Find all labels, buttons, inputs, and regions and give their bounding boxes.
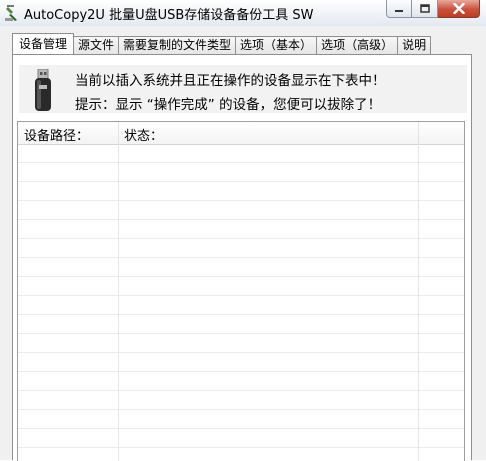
close-icon bbox=[452, 3, 465, 14]
table-row bbox=[18, 296, 464, 315]
usb-drive-icon bbox=[35, 69, 51, 111]
table-row bbox=[18, 144, 464, 163]
tab-help[interactable]: 说明 bbox=[397, 36, 432, 54]
column-header-device-path[interactable]: 设备路径： bbox=[24, 125, 89, 144]
info-box: 当前以插入系统并且正在操作的设备显示在下表中！ 提示：显示 “操作完成” 的设备… bbox=[19, 65, 467, 113]
table-row bbox=[18, 258, 464, 277]
title-bar: AutoCopy2U 批量U盘USB存储设备备份工具 SW bbox=[0, 0, 486, 27]
table-row bbox=[18, 182, 464, 201]
table-header: 设备路径： 状态： bbox=[18, 122, 464, 145]
table-row bbox=[18, 220, 464, 239]
window-title: AutoCopy2U 批量U盘USB存储设备备份工具 SW bbox=[24, 8, 314, 23]
app-icon bbox=[5, 5, 17, 21]
maximize-icon bbox=[419, 4, 430, 13]
tab-panel-device-management: 当前以插入系统并且正在操作的设备显示在下表中！ 提示：显示 “操作完成” 的设备… bbox=[12, 54, 472, 461]
table-row bbox=[18, 353, 464, 372]
table-row bbox=[18, 410, 464, 429]
minimize-button[interactable] bbox=[386, 0, 412, 18]
tab-options-basic[interactable]: 选项（基本） bbox=[235, 36, 318, 54]
tab-options-advanced[interactable]: 选项（高级） bbox=[316, 36, 399, 54]
tab-strip: 设备管理 源文件 需要复制的文件类型 选项（基本） 选项（高级） 说明 bbox=[12, 33, 432, 54]
grid-line bbox=[418, 144, 419, 461]
table-row bbox=[18, 201, 464, 220]
grid-line bbox=[118, 144, 119, 461]
column-header-status[interactable]: 状态： bbox=[124, 125, 163, 144]
table-body bbox=[18, 144, 464, 461]
column-divider[interactable] bbox=[118, 122, 119, 144]
window-controls bbox=[386, 0, 480, 20]
maximize-button[interactable] bbox=[412, 0, 438, 18]
close-button[interactable] bbox=[438, 0, 480, 18]
tab-source-files[interactable]: 源文件 bbox=[73, 36, 120, 54]
table-row bbox=[18, 277, 464, 296]
info-text-line1: 当前以插入系统并且正在操作的设备显示在下表中！ bbox=[75, 73, 386, 89]
device-table[interactable]: 设备路径： 状态： bbox=[17, 121, 465, 461]
table-row bbox=[18, 391, 464, 410]
table-row bbox=[18, 334, 464, 353]
window-client-area: 设备管理 源文件 需要复制的文件类型 选项（基本） 选项（高级） 说明 当前以插… bbox=[0, 26, 486, 461]
table-row bbox=[18, 239, 464, 258]
table-row bbox=[18, 163, 464, 182]
info-text-line2: 提示：显示 “操作完成” 的设备，您便可以拔除了！ bbox=[75, 97, 382, 113]
minimize-icon bbox=[395, 9, 403, 12]
table-row bbox=[18, 315, 464, 334]
table-row bbox=[18, 372, 464, 391]
table-row bbox=[18, 429, 464, 448]
tab-file-types[interactable]: 需要复制的文件类型 bbox=[118, 36, 237, 54]
column-divider[interactable] bbox=[418, 122, 419, 144]
tab-device-management[interactable]: 设备管理 bbox=[12, 33, 75, 54]
